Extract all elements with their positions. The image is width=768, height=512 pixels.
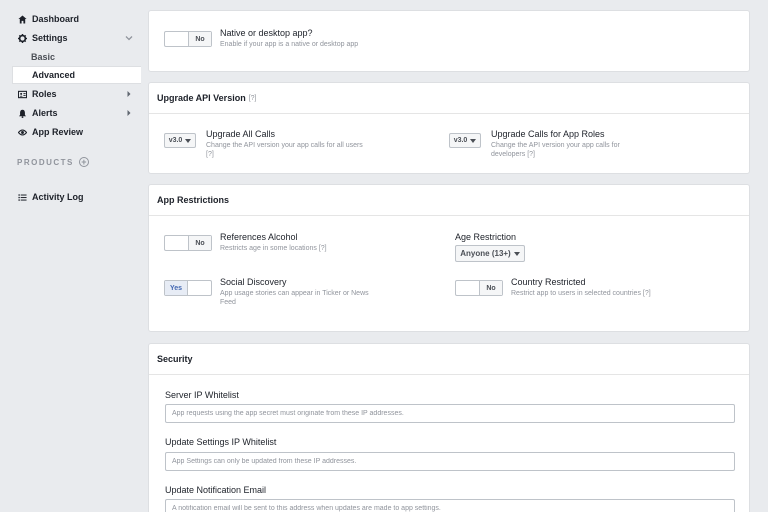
toggle-label: No	[188, 32, 211, 46]
chevron-right-icon	[127, 110, 131, 116]
sidebar-item-label: Dashboard	[32, 14, 80, 24]
sidebar-item-label: Basic	[31, 52, 56, 62]
social-discovery-title: Social Discovery	[220, 277, 287, 287]
section-title: Security	[157, 354, 193, 364]
sidebar-item-label: Alerts	[32, 108, 58, 118]
panel-header: Upgrade API Version [?]	[149, 83, 749, 114]
sidebar-item-label: Advanced	[32, 70, 76, 80]
country-restricted-toggle[interactable]: No	[455, 280, 503, 296]
native-app-panel: No Native or desktop app? Enable if your…	[148, 10, 750, 72]
toggle-track	[188, 281, 211, 295]
country-restricted-description: Restrict app to users in selected countr…	[511, 289, 651, 298]
help-link[interactable]: [?]	[527, 151, 535, 158]
server-ip-input[interactable]	[165, 404, 735, 423]
sidebar-item-advanced[interactable]: Advanced	[12, 66, 141, 84]
native-app-toggle[interactable]: No	[164, 31, 212, 47]
alcohol-title: References Alcohol	[220, 232, 298, 242]
settings-ip-label: Update Settings IP Whitelist	[165, 437, 277, 447]
sidebar-item-activity-log[interactable]: Activity Log	[0, 188, 140, 206]
age-restriction-select[interactable]: Anyone (13+)	[455, 245, 525, 262]
sidebar-item-label: Roles	[32, 89, 57, 99]
settings-ip-input[interactable]	[165, 452, 735, 471]
plus-icon: +	[81, 156, 87, 167]
caret-down-icon	[470, 138, 477, 143]
notify-email-input[interactable]	[165, 499, 735, 512]
caret-down-icon	[513, 251, 520, 256]
native-app-title: Native or desktop app?	[220, 28, 313, 38]
social-discovery-description: App usage stories can appear in Ticker o…	[220, 290, 369, 306]
alcohol-toggle[interactable]: No	[164, 235, 212, 251]
products-label: PRODUCTS	[17, 157, 74, 167]
help-link[interactable]: [?]	[206, 151, 214, 158]
age-restriction-title: Age Restriction	[455, 232, 517, 242]
sidebar-item-label: App Review	[32, 127, 84, 137]
toggle-track	[165, 236, 188, 250]
description-text: Restricts age in some locations	[220, 245, 317, 252]
section-title: Upgrade API Version	[157, 93, 246, 103]
sidebar: Dashboard Settings Basic Advanced Roles …	[0, 0, 148, 512]
all-calls-title: Upgrade All Calls	[206, 129, 276, 139]
chevron-down-icon	[125, 36, 133, 41]
sidebar-item-alerts[interactable]: Alerts	[0, 104, 140, 122]
app-roles-version-select[interactable]: v3.0	[449, 133, 481, 148]
native-app-description: Enable if your app is a native or deskto…	[220, 41, 359, 48]
toggle-track	[165, 32, 188, 46]
alcohol-description: Restricts age in some locations [?]	[220, 244, 327, 253]
help-link[interactable]: [?]	[643, 290, 651, 297]
products-section: PRODUCTS +	[17, 157, 89, 167]
panel-header: Security	[149, 344, 749, 375]
home-icon	[17, 14, 27, 24]
upgrade-api-panel: Upgrade API Version [?] v3.0 Upgrade All…	[148, 82, 750, 174]
add-product-button[interactable]: +	[78, 156, 89, 167]
caret-down-icon	[185, 138, 192, 143]
sidebar-item-label: Settings	[32, 33, 68, 43]
sidebar-item-basic[interactable]: Basic	[12, 48, 141, 66]
sidebar-item-dashboard[interactable]: Dashboard	[0, 10, 140, 28]
description-text: Change the API version your app calls fo…	[491, 142, 620, 158]
sidebar-item-label: Activity Log	[32, 192, 84, 202]
version-value: v3.0	[453, 137, 468, 144]
eye-icon	[17, 127, 27, 137]
toggle-label: No	[188, 236, 211, 250]
notify-email-label: Update Notification Email	[165, 485, 267, 495]
all-calls-version-select[interactable]: v3.0	[164, 133, 196, 148]
list-icon	[17, 192, 27, 202]
sidebar-item-settings[interactable]: Settings	[0, 29, 140, 47]
toggle-label: No	[479, 281, 502, 295]
app-restrictions-panel: App Restrictions No References Alcohol R…	[148, 184, 750, 332]
help-link[interactable]: [?]	[249, 95, 257, 102]
server-ip-label: Server IP Whitelist	[165, 390, 239, 400]
security-panel: Security Server IP Whitelist Update Sett…	[148, 343, 750, 512]
id-card-icon	[17, 89, 27, 99]
toggle-label: Yes	[165, 281, 188, 295]
app-roles-description: Change the API version your app calls fo…	[491, 141, 641, 159]
help-link[interactable]: [?]	[319, 245, 327, 252]
app-roles-title: Upgrade Calls for App Roles	[491, 129, 605, 139]
sidebar-item-roles[interactable]: Roles	[0, 85, 140, 103]
bell-icon	[17, 108, 27, 118]
toggle-track	[456, 281, 479, 295]
version-value: v3.0	[168, 137, 183, 144]
country-restricted-title: Country Restricted	[511, 277, 586, 287]
gear-icon	[17, 33, 27, 43]
social-discovery-toggle[interactable]: Yes	[164, 280, 212, 296]
description-text: Restrict app to users in selected countr…	[511, 290, 641, 297]
panel-header: App Restrictions	[149, 185, 749, 216]
age-value: Anyone (13+)	[460, 249, 511, 258]
sidebar-item-app-review[interactable]: App Review	[0, 123, 140, 141]
section-title: App Restrictions	[157, 195, 230, 205]
all-calls-description: Change the API version your app calls fo…	[206, 141, 366, 159]
description-text: Change the API version your app calls fo…	[206, 142, 363, 149]
chevron-right-icon	[127, 91, 131, 97]
